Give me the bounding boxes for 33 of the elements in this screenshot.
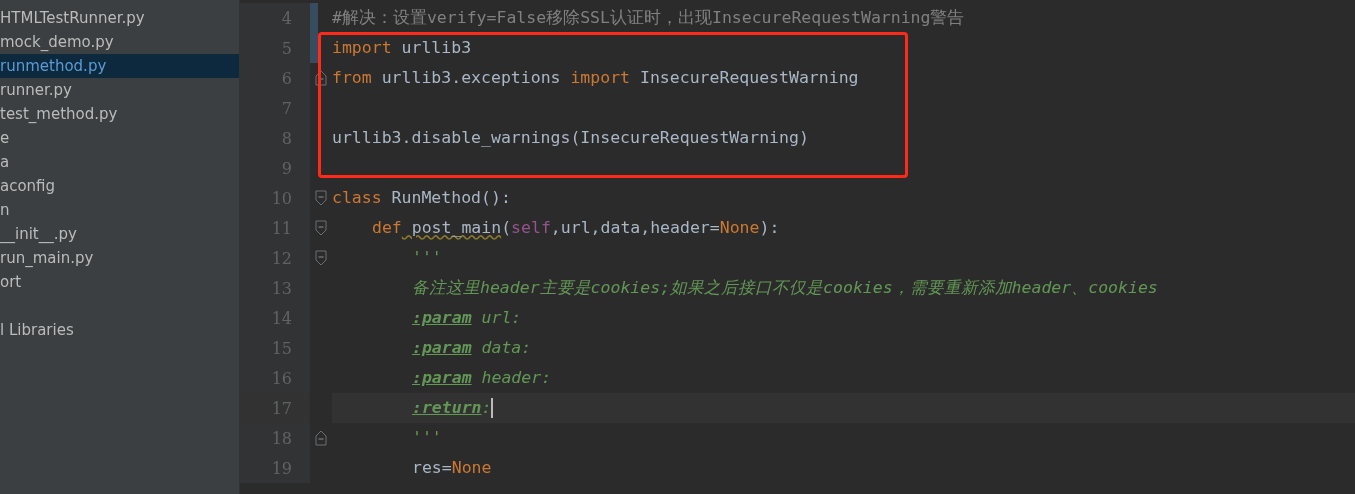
file-tree-item[interactable]: e [0, 126, 239, 150]
code-line: 备注这里header主要是cookies;如果之后接口不仅是cookies，需要重新添加header、cookies [412, 277, 1158, 299]
fold-icon[interactable] [315, 250, 327, 266]
code-line: :param url: [412, 307, 522, 329]
file-tree-item[interactable]: __init__.py [0, 222, 239, 246]
code-line: ''' [412, 427, 442, 449]
fold-icon[interactable] [315, 190, 327, 206]
file-tree-item[interactable]: a [0, 150, 239, 174]
file-tree-item[interactable]: l Libraries [0, 318, 239, 342]
code-line: res=None [412, 457, 492, 479]
file-tree-item[interactable]: aconfig [0, 174, 239, 198]
file-tree-item[interactable]: mock_demo.py [0, 30, 239, 54]
file-tree-item[interactable]: ort [0, 270, 239, 294]
file-tree-item[interactable]: n [0, 198, 239, 222]
code-line: from urllib3.exceptions import InsecureRequestWarning [332, 67, 859, 89]
code-line: :param header: [412, 367, 552, 389]
fold-icon[interactable] [315, 220, 327, 236]
code-line: ''' [412, 247, 442, 269]
code-line: :return: [412, 397, 492, 419]
code-line: #解决：设置verify=False移除SSL认证时，出现InsecureRequestWarning警告 [332, 7, 965, 29]
code-line: urllib3.disable_warnings(InsecureRequestWarning) [332, 127, 809, 149]
fold-icon[interactable] [315, 430, 327, 446]
file-tree-item[interactable]: run_main.py [0, 246, 239, 270]
file-tree-item[interactable]: runner.py [0, 78, 239, 102]
fold-icon[interactable] [315, 70, 327, 86]
file-tree-item[interactable]: runmethod.py [0, 54, 239, 78]
code-line: class RunMethod(): [332, 187, 511, 209]
code-line: def post_main(self,url,data,header=None): [372, 217, 780, 239]
file-tree-item[interactable]: HTMLTestRunner.py [0, 6, 239, 30]
file-tree-item[interactable]: test_method.py [0, 102, 239, 126]
code-line: import urllib3 [332, 37, 472, 59]
code-line: :param data: [412, 337, 532, 359]
text-caret [491, 398, 494, 418]
